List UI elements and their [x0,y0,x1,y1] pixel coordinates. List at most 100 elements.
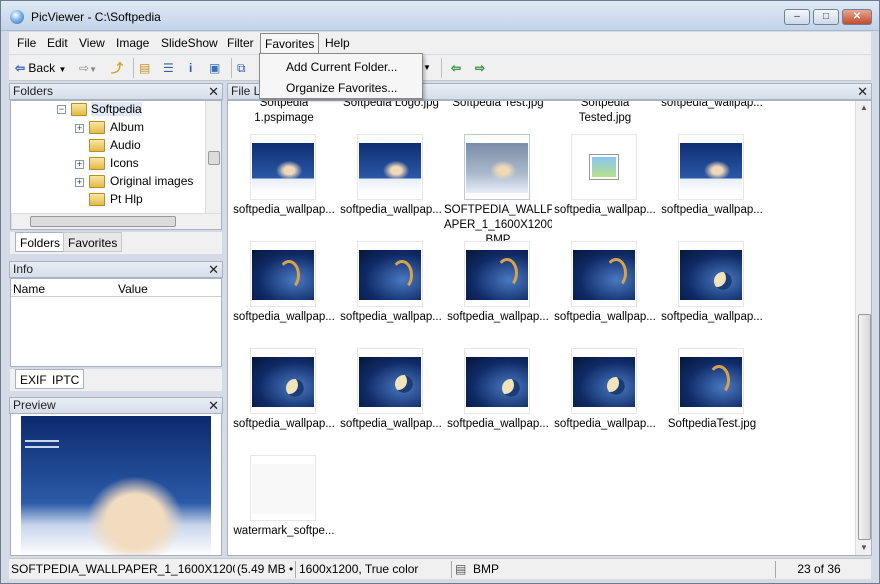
close-icon[interactable]: ✕ [208,84,219,99]
close-icon[interactable]: ✕ [208,398,219,413]
thumbnail-image [252,357,314,407]
file-label[interactable]: softpedia_wallpap... [444,417,552,432]
file-label[interactable]: softpedia_wallpap... [230,417,338,432]
sort-dropdown[interactable]: ▼ [423,58,437,78]
preview-button[interactable]: ▣ [209,58,227,78]
thumbnail[interactable] [250,134,316,200]
file-label[interactable]: softpedia_wallpap... [551,417,659,432]
file-label[interactable]: softpedia_wallpap... [658,310,766,325]
thumbnail[interactable] [250,241,316,307]
minimize-button[interactable]: – [784,9,810,25]
menu-slideshow[interactable]: SlideShow [161,36,218,50]
menu-file[interactable]: File [17,36,36,50]
file-label[interactable]: softpedia_wallpap... [230,203,338,218]
file-list: Softpedia 1.pspimage Softpedia Logo.jpg … [227,100,872,556]
scroll-thumb[interactable] [858,314,871,540]
file-label[interactable]: Softpedia 1.pspimage [230,101,338,126]
scroll-up-icon[interactable]: ▲ [860,103,868,112]
close-icon[interactable]: ✕ [208,262,219,277]
thumbnail[interactable] [571,241,637,307]
info-tabs: EXIF IPTC [10,369,222,391]
thumbnail[interactable] [678,241,744,307]
thumbnail[interactable] [571,348,637,414]
thumbnail[interactable] [250,455,316,521]
thumbnail[interactable] [464,241,530,307]
green-left-arrow-icon: ⇦ [451,61,462,75]
menu-edit[interactable]: Edit [47,36,68,50]
moon-graphic [286,379,304,397]
generic-image-icon [590,155,618,179]
tab-iptc[interactable]: IPTC [48,369,85,389]
menu-filter[interactable]: Filter [227,36,254,50]
collapse-icon[interactable]: − [57,105,66,114]
file-label[interactable]: softpedia_wallpap... [551,310,659,325]
thumbnail[interactable] [678,134,744,200]
thumbnail[interactable] [571,134,637,200]
file-label[interactable]: softpedia_wallpap... [230,310,338,325]
previous-image-button[interactable]: ⇦ [451,58,469,78]
thumbnail[interactable] [678,348,744,414]
fullscreen-button[interactable]: ⧉ [237,58,255,78]
info-button[interactable]: i [189,58,203,78]
column-header-name[interactable]: Name [13,282,45,296]
thumbnail[interactable] [250,348,316,414]
add-current-folder-item[interactable]: Add Current Folder... [286,60,397,74]
tab-exif[interactable]: EXIF [15,369,52,389]
file-label[interactable]: softpedia_wallpap... [444,310,552,325]
file-label[interactable]: Softpedia Tested.jpg [551,101,659,126]
list-icon: ☰ [163,61,174,75]
tree-vertical-scrollbar[interactable] [205,101,221,213]
scroll-thumb[interactable] [30,216,176,227]
file-list-scrollbar[interactable]: ▲ ▼ [855,101,871,555]
forward-button[interactable]: ⇨▼ [79,58,107,78]
organize-favorites-item[interactable]: Organize Favorites... [286,81,397,95]
thumbnail[interactable] [357,134,423,200]
maximize-button[interactable]: □ [813,9,839,25]
menu-help[interactable]: Help [325,36,350,50]
next-image-button[interactable]: ⇨ [475,58,493,78]
file-label[interactable]: Softpedia Logo.jpg [337,101,445,111]
thumbnail[interactable] [357,241,423,307]
folder-icon [89,193,105,206]
header-divider [11,296,221,297]
status-bar: SOFTPEDIA_WALLPAPER_1_1600X1200.BMP (5.4… [9,558,871,579]
file-label[interactable]: softpedia_wallpap... [337,310,445,325]
expand-icon[interactable]: + [75,178,84,187]
scroll-thumb[interactable] [208,151,220,165]
tree-item-pt-hlp[interactable]: Pt Hlp [110,192,143,206]
tab-folders[interactable]: Folders [15,232,66,252]
close-button[interactable]: ✕ [842,9,872,25]
back-button[interactable]: ⇦ Back ▼ [15,58,79,78]
expand-icon[interactable]: + [75,124,84,133]
file-label[interactable]: Softpedia Test.jpg [444,101,552,111]
tree-horizontal-scrollbar[interactable] [11,213,221,229]
file-label[interactable]: softpedia_wallpap... [551,203,659,218]
thumbnail[interactable] [464,348,530,414]
close-icon[interactable]: ✕ [857,84,868,99]
tab-favorites[interactable]: Favorites [63,232,123,252]
file-label[interactable]: softpedia_wallpap... [337,417,445,432]
folders-view-button[interactable]: ▤ [139,58,157,78]
back-label: Back [28,61,56,75]
menu-view[interactable]: View [79,36,105,50]
file-label[interactable]: SoftpediaTest.jpg [658,417,766,432]
list-view-button[interactable]: ☰ [163,58,181,78]
file-label[interactable]: softpedia_wallpap... [658,203,766,218]
up-folder-button[interactable]: ⤴ [111,58,129,78]
tree-item-album[interactable]: Album [110,120,144,134]
scroll-down-icon[interactable]: ▼ [860,543,868,552]
tree-item-softpedia[interactable]: Softpedia [91,102,142,116]
column-header-value[interactable]: Value [118,282,148,296]
menu-favorites[interactable]: Favorites [260,33,320,53]
file-label[interactable]: softpedia_wallpap... [337,203,445,218]
thumbnail[interactable] [357,348,423,414]
file-label[interactable]: watermark_softpe... [230,524,338,539]
tree-item-icons[interactable]: Icons [110,156,139,170]
folders-panel-header: Folders ✕ [9,83,223,100]
tree-item-original-images[interactable]: Original images [110,174,193,188]
expand-icon[interactable]: + [75,160,84,169]
thumbnail-selected[interactable] [464,134,530,200]
file-label[interactable]: softpedia_wallpap... [658,101,766,111]
tree-item-audio[interactable]: Audio [110,138,141,152]
menu-image[interactable]: Image [116,36,149,50]
